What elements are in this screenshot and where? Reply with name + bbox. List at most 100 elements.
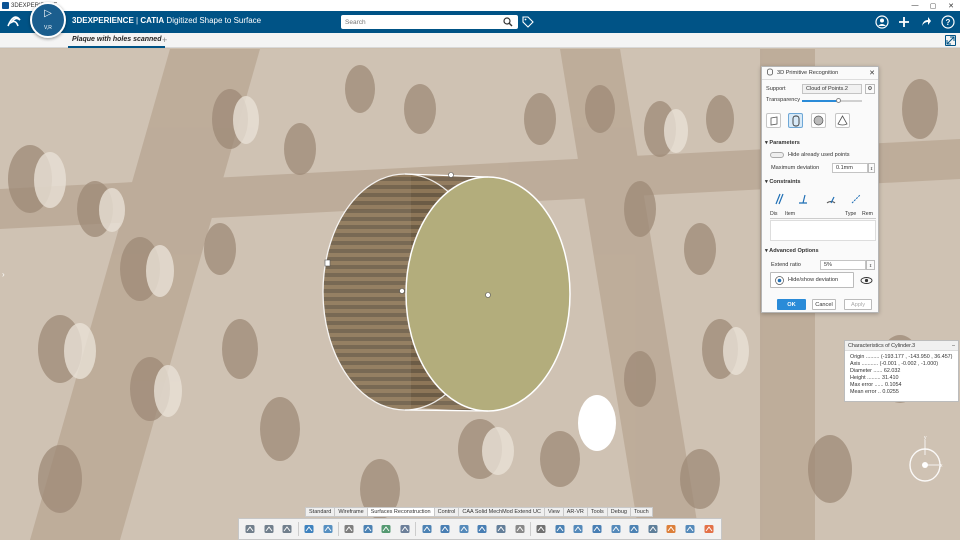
- transparency-slider-fill: [802, 100, 838, 102]
- add-icon[interactable]: [896, 14, 912, 30]
- tab-plaque-with-holes[interactable]: Plaque with holes scanned: [68, 33, 166, 48]
- app-header: 3DEXPERIENCE | CATIA Digitized Shape to …: [0, 11, 960, 33]
- cancel-button[interactable]: Cancel: [812, 299, 836, 310]
- app-logo-icon: [2, 2, 9, 9]
- extend-ratio-spinner[interactable]: ⇕: [866, 260, 875, 270]
- surface-icon[interactable]: [457, 522, 471, 536]
- action-tab-wireframe[interactable]: Wireframe: [334, 507, 367, 517]
- help-icon[interactable]: ?: [940, 14, 956, 30]
- os-title-bar: 3DEXPERIENCE — ▢ ✕: [0, 0, 960, 11]
- expand-icon[interactable]: [945, 35, 956, 46]
- tag-icon[interactable]: [522, 16, 534, 28]
- parallel-constraint-icon[interactable]: [771, 191, 787, 207]
- minimize-button[interactable]: —: [906, 2, 924, 10]
- characteristics-minimize-button[interactable]: –: [952, 343, 955, 349]
- close-button[interactable]: ✕: [942, 2, 960, 10]
- action-tab-view[interactable]: View: [543, 507, 563, 517]
- action-tab-standard[interactable]: Standard: [305, 507, 335, 517]
- cone-primitive-icon[interactable]: [835, 113, 850, 128]
- search-input[interactable]: [341, 15, 518, 29]
- brand-role: Digitized Shape to Surface: [164, 16, 262, 25]
- action-bar-toolbar: [238, 518, 722, 540]
- view-orientation-rose[interactable]: y x: [907, 433, 945, 489]
- apply-appearance-icon[interactable]: [321, 522, 335, 536]
- panel-title: 3D Primitive Recognition: [777, 70, 839, 76]
- parameters-label: Parameters: [769, 140, 800, 146]
- advanced-options-label: Advanced Options: [769, 248, 819, 254]
- settings-icon[interactable]: [342, 522, 356, 536]
- grid-icon[interactable]: [646, 522, 660, 536]
- mesh-icon[interactable]: [398, 522, 412, 536]
- max-deviation-input[interactable]: 0.1mm: [832, 163, 868, 173]
- cloud-import-icon[interactable]: [361, 522, 375, 536]
- deviation-eye-icon[interactable]: [858, 272, 874, 288]
- color-map-icon[interactable]: [702, 522, 716, 536]
- brand-3dexperience: 3DEXPERIENCE: [72, 16, 134, 25]
- scan-icon[interactable]: [420, 522, 434, 536]
- primitive-icon[interactable]: [475, 522, 489, 536]
- deviation-icon[interactable]: [683, 522, 697, 536]
- support-options-icon[interactable]: ⚙: [865, 84, 875, 94]
- paste-icon[interactable]: [280, 522, 294, 536]
- sphere-primitive-icon[interactable]: [811, 113, 826, 128]
- toolbar-separator: [415, 522, 417, 536]
- svg-text:y: y: [924, 435, 927, 441]
- angle-constraint-icon[interactable]: [823, 191, 839, 207]
- offset-icon[interactable]: [590, 522, 604, 536]
- col-type: Type: [845, 211, 857, 217]
- activate-icon[interactable]: [379, 522, 393, 536]
- action-tab-debug[interactable]: Debug: [606, 507, 630, 517]
- copy-icon[interactable]: [262, 522, 276, 536]
- advanced-options-section-header[interactable]: ▾ Advanced Options: [765, 248, 819, 254]
- hide-used-points-toggle[interactable]: [770, 152, 784, 158]
- coincidence-constraint-icon[interactable]: [848, 191, 864, 207]
- cylinder-primitive-icon[interactable]: [788, 113, 803, 128]
- align-icon[interactable]: [571, 522, 585, 536]
- hide-show-deviation-button[interactable]: Hide/show deviation: [770, 272, 854, 288]
- curve-icon[interactable]: [438, 522, 452, 536]
- apply-button[interactable]: Apply: [844, 299, 872, 310]
- deviation-icon: [775, 275, 784, 285]
- maximize-button[interactable]: ▢: [924, 2, 942, 10]
- cut-icon[interactable]: [243, 522, 257, 536]
- new-tab-button[interactable]: +: [162, 35, 167, 45]
- ok-button[interactable]: OK: [777, 299, 806, 310]
- cross-section-icon[interactable]: [627, 522, 641, 536]
- undo-icon[interactable]: [302, 522, 316, 536]
- action-tab-tools[interactable]: Tools: [586, 507, 607, 517]
- analysis-icon[interactable]: [664, 522, 678, 536]
- extend-ratio-input[interactable]: 5%: [820, 260, 866, 270]
- constraints-table-body[interactable]: [770, 220, 876, 241]
- max-deviation-label: Maximum deviation: [771, 165, 820, 171]
- action-tab-ar-vr[interactable]: AR-VR: [562, 507, 587, 517]
- feature-recognition-icon[interactable]: [494, 522, 508, 536]
- search-icon[interactable]: [503, 17, 513, 27]
- fill-icon[interactable]: [609, 522, 623, 536]
- dassault-logo-icon[interactable]: [6, 14, 28, 31]
- hide-show-deviation-label: Hide/show deviation: [788, 277, 839, 283]
- action-tab-touch[interactable]: Touch: [629, 507, 653, 517]
- fitted-cylinder[interactable]: [322, 172, 571, 412]
- share-icon[interactable]: [918, 14, 934, 30]
- transparency-slider[interactable]: [802, 100, 862, 102]
- snap-icon[interactable]: [513, 522, 527, 536]
- support-field[interactable]: Cloud of Points.2: [802, 84, 862, 94]
- transparency-slider-knob[interactable]: [836, 98, 841, 103]
- gear-icon[interactable]: [534, 522, 548, 536]
- characteristics-title: Characteristics of Cylinder.3: [848, 342, 916, 349]
- plane-primitive-icon[interactable]: [766, 113, 781, 128]
- perpendicular-constraint-icon[interactable]: [795, 191, 811, 207]
- mean-error-value: Mean error .. 0.0255: [850, 389, 899, 395]
- constraints-section-header[interactable]: ▾ Constraints: [765, 179, 800, 185]
- parameters-section-header[interactable]: ▾ Parameters: [765, 140, 800, 146]
- action-tab-caa-solid-mechmod-extend-uc[interactable]: CAA Solid MechMod Extend UC: [458, 507, 544, 517]
- project-icon[interactable]: [553, 522, 567, 536]
- user-profile-icon[interactable]: [874, 14, 890, 30]
- action-tab-control[interactable]: Control: [433, 507, 459, 517]
- max-deviation-spinner[interactable]: ⇕: [868, 163, 875, 173]
- expand-left-panel-icon[interactable]: ›: [2, 270, 5, 279]
- characteristics-box[interactable]: Characteristics of Cylinder.3 – Origin .…: [844, 340, 959, 402]
- action-tab-surfaces-reconstruction[interactable]: Surfaces Reconstruction: [366, 507, 434, 517]
- panel-close-button[interactable]: ✕: [869, 69, 875, 77]
- compass-widget[interactable]: ▷ V,R: [30, 2, 66, 38]
